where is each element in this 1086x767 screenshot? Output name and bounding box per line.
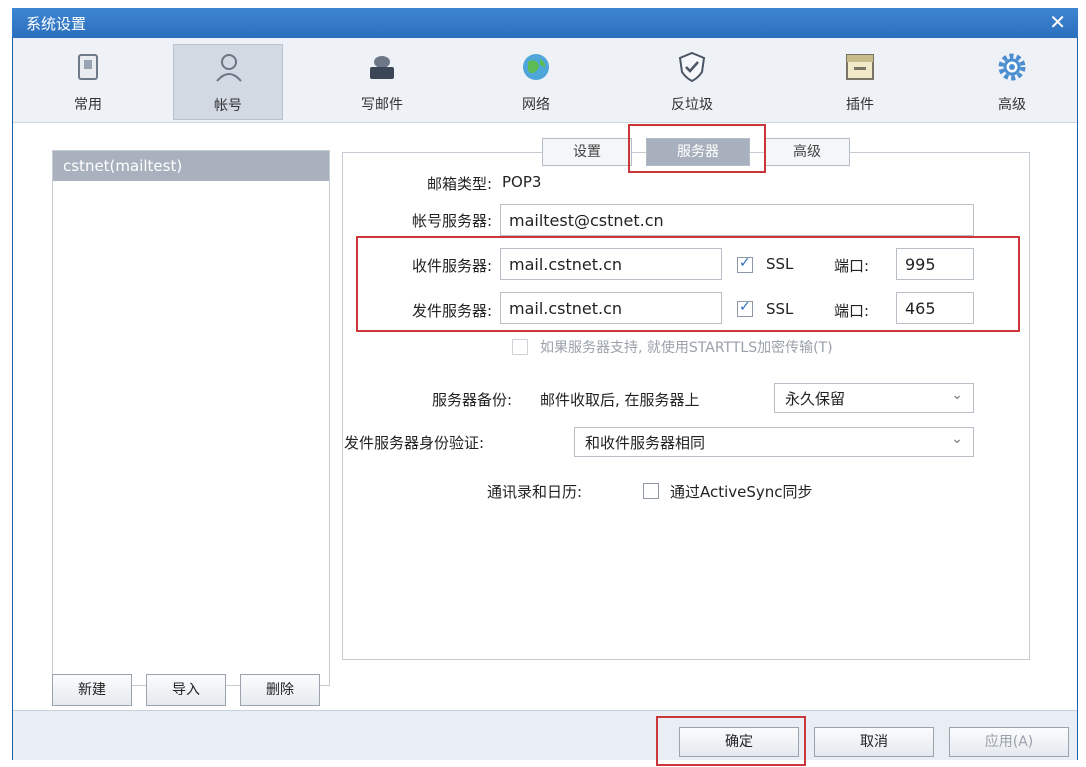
ok-button[interactable]: 确定 [679, 727, 799, 757]
chevron-down-icon: ⌄ [951, 387, 963, 403]
incoming-port-input[interactable] [896, 248, 974, 280]
toolbar-item-antispam[interactable]: 反垃圾 [637, 44, 747, 120]
incoming-server-input[interactable] [500, 248, 722, 280]
antispam-icon [678, 51, 706, 83]
toolbar-item-plugin[interactable]: 插件 [805, 44, 915, 120]
outgoing-port-input[interactable] [896, 292, 974, 324]
server-backup-select[interactable]: 永久保留 ⌄ [774, 383, 974, 413]
account-icon [216, 54, 242, 82]
server-backup-value: 永久保留 [785, 390, 846, 408]
toolbar-item-network[interactable]: 网络 [481, 44, 591, 120]
plugin-icon [846, 54, 874, 80]
mailbox-type-value: POP3 [502, 173, 542, 191]
activesync-checkbox[interactable] [643, 483, 659, 499]
toolbar-label: 帐号 [214, 98, 242, 114]
tab-settings[interactable]: 设置 [542, 138, 632, 166]
toolbar-label: 常用 [74, 97, 102, 113]
outgoing-auth-value: 和收件服务器相同 [585, 434, 706, 452]
outgoing-server-label: 发件服务器: [411, 302, 492, 320]
apply-button[interactable]: 应用(A) [949, 727, 1069, 757]
close-icon[interactable]: ✕ [1049, 10, 1066, 34]
activesync-label: 通过ActiveSync同步 [670, 483, 813, 501]
account-list [52, 150, 330, 686]
outgoing-auth-label: 发件服务器身份验证: [344, 434, 485, 452]
toolbar-item-account[interactable]: 帐号 [173, 44, 283, 120]
incoming-port-label: 端口: [834, 257, 870, 275]
toolbar-label: 反垃圾 [671, 97, 713, 113]
incoming-ssl-label: SSL [766, 255, 794, 273]
toolbar-label: 写邮件 [361, 97, 403, 113]
outgoing-auth-select[interactable]: 和收件服务器相同 ⌄ [574, 427, 974, 457]
outgoing-ssl-label: SSL [766, 300, 794, 318]
new-account-button[interactable]: 新建 [52, 674, 132, 706]
incoming-ssl-checkbox[interactable] [737, 255, 753, 273]
toolbar-item-advanced[interactable]: 高级 [957, 44, 1067, 120]
category-toolbar: 常用 帐号 写邮件 网络 反垃圾 插件 高级 [13, 38, 1077, 123]
tab-server[interactable]: 服务器 [646, 138, 750, 166]
tab-advanced[interactable]: 高级 [764, 138, 850, 166]
toolbar-label: 插件 [846, 97, 874, 113]
toolbar-item-general[interactable]: 常用 [33, 44, 143, 120]
title-bar: 系统设置 ✕ [12, 8, 1078, 38]
account-server-label: 帐号服务器: [411, 212, 492, 230]
starttls-label: 如果服务器支持, 就使用STARTTLS加密传输(T) [540, 340, 833, 356]
account-server-input[interactable] [500, 204, 974, 236]
outgoing-server-input[interactable] [500, 292, 722, 324]
import-account-button[interactable]: 导入 [146, 674, 226, 706]
compose-icon [370, 56, 394, 79]
server-backup-label: 服务器备份: [431, 391, 512, 409]
contacts-calendar-label: 通讯录和日历: [487, 483, 583, 501]
mailbox-type-label: 邮箱类型: [426, 175, 492, 193]
gear-icon [998, 53, 1026, 81]
toolbar-label: 网络 [522, 97, 550, 113]
starttls-checkbox[interactable] [512, 339, 528, 355]
incoming-server-label: 收件服务器: [411, 257, 492, 275]
toolbar-item-compose[interactable]: 写邮件 [327, 44, 437, 120]
chevron-down-icon: ⌄ [951, 431, 963, 447]
account-list-item[interactable]: cstnet(mailtest) [53, 151, 329, 181]
cancel-button[interactable]: 取消 [814, 727, 934, 757]
server-backup-prefix: 邮件收取后, 在服务器上 [540, 391, 700, 409]
toolbar-label: 高级 [998, 97, 1026, 113]
network-icon [523, 54, 549, 80]
window-title: 系统设置 [26, 15, 87, 33]
account-name: cstnet(mailtest) [63, 157, 183, 175]
general-icon [78, 54, 98, 80]
delete-account-button[interactable]: 删除 [240, 674, 320, 706]
outgoing-ssl-checkbox[interactable] [737, 299, 753, 317]
outgoing-port-label: 端口: [834, 302, 870, 320]
